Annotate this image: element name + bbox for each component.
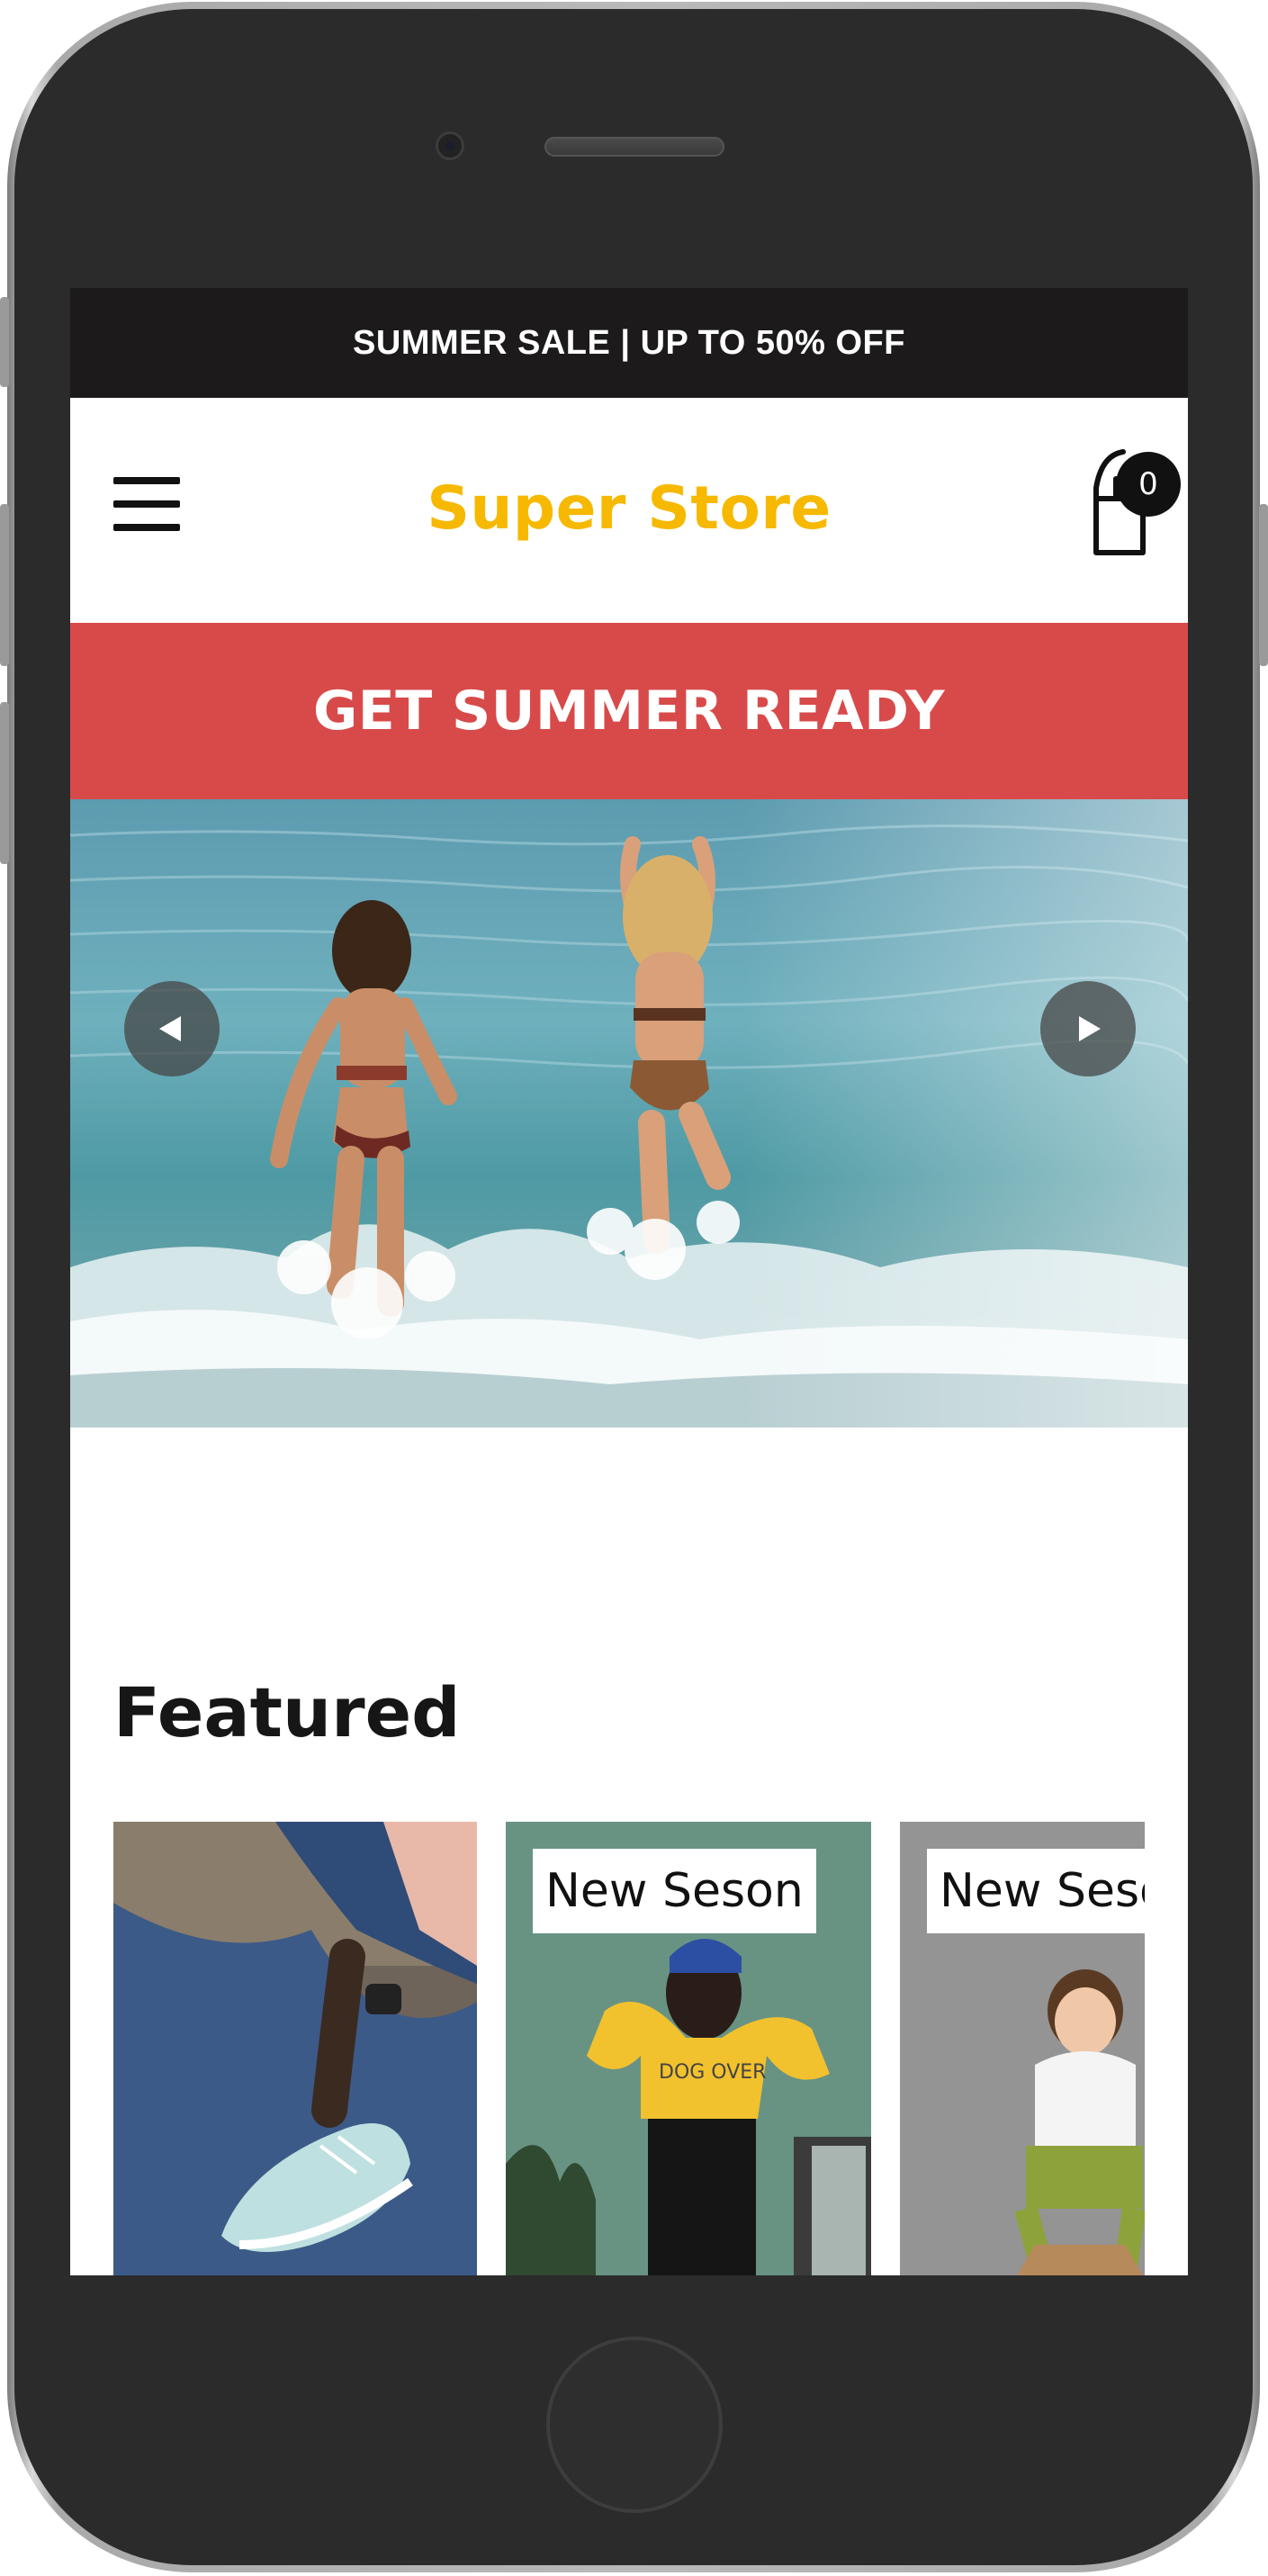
arrow-left-icon: [159, 1016, 181, 1041]
featured-heading: Featured: [113, 1672, 461, 1752]
site-header: Super Store 0: [70, 398, 1188, 623]
power-button: [1259, 504, 1268, 666]
hero-carousel[interactable]: [70, 799, 1188, 1428]
product-card[interactable]: New Seson: [900, 1822, 1145, 2275]
product-card[interactable]: DOG OVER New Seson: [506, 1822, 871, 2275]
brand-logo[interactable]: Super Store: [70, 473, 1188, 543]
promo-bar: SUMMER SALE | UP TO 50% OFF: [70, 288, 1188, 398]
banner-text: GET SUMMER READY: [313, 680, 945, 743]
product-card[interactable]: [113, 1822, 477, 2275]
product-image: [113, 1822, 477, 2275]
screen: SUMMER SALE | UP TO 50% OFF Super Store …: [70, 288, 1188, 2275]
arrow-right-icon: [1079, 1016, 1101, 1041]
volume-up-button: [0, 504, 9, 666]
mute-switch: [0, 297, 9, 387]
earpiece-speaker: [544, 137, 724, 157]
svg-text:DOG OVER: DOG OVER: [659, 2061, 766, 2084]
promo-text: SUMMER SALE | UP TO 50% OFF: [353, 323, 905, 362]
summer-banner[interactable]: GET SUMMER READY: [70, 623, 1188, 799]
hero-image: [70, 799, 1188, 1428]
carousel-prev-button[interactable]: [124, 981, 220, 1076]
front-camera: [436, 131, 464, 160]
home-button[interactable]: [546, 2337, 723, 2513]
new-season-tag: New Seson: [927, 1849, 1145, 1933]
cart-count-badge: 0: [1116, 452, 1181, 517]
carousel-next-button[interactable]: [1040, 981, 1136, 1076]
new-season-tag: New Seson: [533, 1849, 816, 1933]
featured-products: DOG OVER New Seson New Seson: [113, 1822, 1145, 2275]
volume-down-button: [0, 702, 9, 864]
